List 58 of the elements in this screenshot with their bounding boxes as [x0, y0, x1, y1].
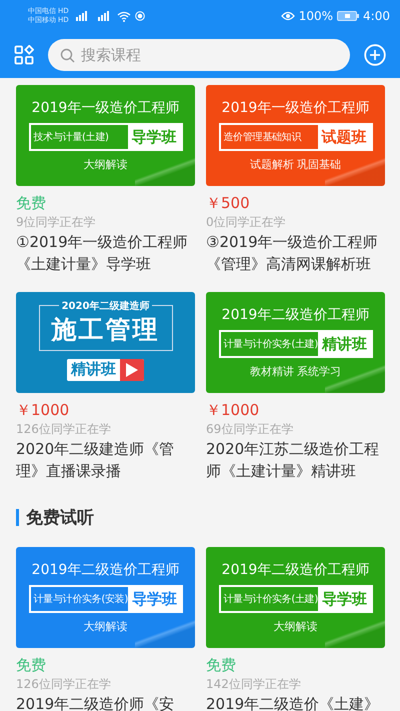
learner-count: 0位同学正在学 — [206, 214, 287, 230]
cover-title: 2019年一级造价工程师 — [32, 99, 180, 117]
price-label: 免费 — [16, 655, 47, 675]
course-title[interactable]: 2020年二级建造师《管理》直播课录播 — [16, 438, 195, 482]
cover-subject: 施工管理 — [52, 314, 160, 346]
learner-count: 69位同学正在学 — [206, 421, 294, 437]
course-title[interactable]: ①2019年一级造价工程师《土建计量》导学班 — [16, 231, 195, 275]
cover-title: 2019年二级造价工程师 — [222, 561, 370, 579]
add-icon[interactable] — [364, 44, 386, 66]
cover-title: 2019年二级造价工程师 — [32, 561, 180, 579]
wifi-icon — [116, 10, 131, 22]
price-label: ￥500 — [206, 193, 251, 213]
play-icon — [126, 362, 138, 376]
battery-percent: 100% — [298, 9, 334, 23]
course-title[interactable]: 2019年二级造价师《安 — [16, 693, 195, 711]
price-label: ￥1000 — [206, 400, 260, 420]
battery-icon — [337, 11, 360, 21]
learner-count: 126位同学正在学 — [16, 676, 112, 692]
course-title[interactable]: 2020年江苏二级造价工程师《土建计量》精讲班 — [206, 438, 385, 482]
eye-icon — [280, 11, 295, 21]
cover-tagline: 大纲解读 — [84, 157, 128, 172]
course-cover[interactable]: 2020年二级建造师 施工管理 精讲班 — [16, 292, 195, 393]
cover-tagline: 教材精讲 系统学习 — [250, 364, 342, 379]
course-cover[interactable]: 2019年二级造价工程师 计量与计价实务(土建) 导学班 大纲解读 — [206, 547, 385, 648]
cover-title: 2019年二级造价工程师 — [222, 306, 370, 324]
learner-count: 9位同学正在学 — [16, 214, 97, 230]
cover-title: 2020年二级建造师 — [58, 298, 152, 312]
price-label: 免费 — [16, 193, 47, 213]
cover-badge: 导学班 — [128, 125, 180, 149]
price-label: 免费 — [206, 655, 237, 675]
course-cover[interactable]: 2019年二级造价工程师 计量与计价实务(安装) 导学班 大纲解读 — [16, 547, 195, 648]
learner-count: 126位同学正在学 — [16, 421, 112, 437]
course-cover[interactable]: 2019年一级造价工程师 造价管理基础知识 试题班 试题解析 巩固基础 — [206, 85, 385, 186]
price-label: ￥1000 — [16, 400, 70, 420]
learner-count: 142位同学正在学 — [206, 676, 302, 692]
cover-subject: 计量与计价实务(土建) — [222, 592, 318, 607]
section-title: 免费试听 — [26, 506, 94, 528]
cover-badge: 精讲班 — [318, 332, 372, 356]
grid-menu-icon[interactable] — [14, 45, 34, 65]
cover-subject: 造价管理基础知识 — [222, 130, 302, 145]
cover-badge: 导学班 — [128, 587, 182, 611]
course-cover[interactable]: 2019年二级造价工程师 计量与计价实务(土建) 精讲班 教材精讲 系统学习 — [206, 292, 385, 393]
search-icon — [60, 48, 75, 62]
cover-tagline: 试题解析 巩固基础 — [250, 157, 342, 172]
clock-time: 4:00 — [363, 9, 390, 23]
cover-subject: 计量与计价实务(土建) — [222, 338, 318, 352]
record-icon — [134, 11, 145, 21]
course-title[interactable]: 2019年二级造价《土建》 — [206, 693, 385, 711]
course-title[interactable]: ③2019年一级造价工程师《管理》高清网课解析班 — [206, 231, 385, 275]
search-field[interactable]: 搜索课程 — [48, 39, 350, 71]
cover-tagline: 大纲解读 — [274, 619, 318, 634]
course-cover[interactable]: 2019年一级造价工程师 技术与计量(土建) 导学班 大纲解读 — [16, 85, 195, 186]
cover-badge: 导学班 — [318, 587, 372, 611]
cover-badge: 试题班 — [318, 125, 370, 149]
cover-title: 2019年一级造价工程师 — [222, 99, 370, 117]
cover-subject: 计量与计价实务(安装) — [32, 592, 128, 607]
cover-subject: 技术与计量(土建) — [32, 130, 110, 145]
cover-tagline: 大纲解读 — [84, 619, 128, 634]
